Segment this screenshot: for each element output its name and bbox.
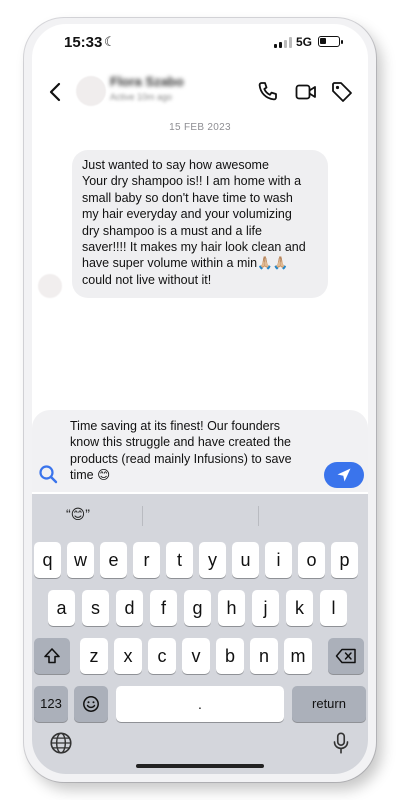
phone-screen: 15:33 ☾ 5G Flora Szabo Active 10m ago 15… — [32, 24, 368, 774]
home-indicator — [136, 764, 264, 768]
key-j[interactable]: j — [252, 590, 279, 626]
prediction-divider — [142, 506, 143, 526]
composer-input[interactable]: Time saving at its finest! Our founders … — [70, 418, 326, 484]
tag-icon[interactable] — [330, 80, 354, 104]
return-key[interactable]: return — [292, 686, 366, 722]
space-key[interactable]: . — [116, 686, 284, 722]
emoji-icon — [83, 696, 99, 712]
key-y[interactable]: y — [199, 542, 226, 578]
shift-icon — [44, 648, 60, 664]
back-arrow-icon[interactable] — [44, 80, 68, 104]
key-f[interactable]: f — [150, 590, 177, 626]
status-time: 15:33 — [64, 34, 103, 51]
numbers-key[interactable]: 123 — [34, 686, 68, 722]
key-g[interactable]: g — [184, 590, 211, 626]
key-i[interactable]: i — [265, 542, 292, 578]
signal-icon — [274, 37, 292, 48]
emoji-key[interactable] — [74, 686, 108, 722]
status-bar: 15:33 ☾ 5G — [32, 24, 368, 62]
chat-header: Flora Szabo Active 10m ago — [32, 70, 368, 114]
key-p[interactable]: p — [331, 542, 358, 578]
key-d[interactable]: d — [116, 590, 143, 626]
contact-name[interactable]: Flora Szabo — [110, 74, 184, 89]
key-m[interactable]: m — [284, 638, 312, 674]
message-composer[interactable]: Time saving at its finest! Our founders … — [32, 410, 368, 492]
key-u[interactable]: u — [232, 542, 259, 578]
network-label: 5G — [296, 35, 313, 49]
key-z[interactable]: z — [80, 638, 108, 674]
date-separator: 15 FEB 2023 — [169, 122, 231, 133]
key-l[interactable]: l — [320, 590, 347, 626]
key-k[interactable]: k — [286, 590, 313, 626]
battery-icon — [318, 36, 343, 47]
key-r[interactable]: r — [133, 542, 160, 578]
backspace-icon — [335, 648, 356, 664]
key-v[interactable]: v — [182, 638, 210, 674]
sender-avatar — [38, 274, 62, 298]
search-icon[interactable] — [36, 462, 60, 486]
moon-icon: ☾ — [104, 34, 116, 49]
key-o[interactable]: o — [298, 542, 325, 578]
send-icon — [337, 468, 351, 482]
key-e[interactable]: e — [100, 542, 127, 578]
key-s[interactable]: s — [82, 590, 109, 626]
key-b[interactable]: b — [216, 638, 244, 674]
key-h[interactable]: h — [218, 590, 245, 626]
prediction-emoji-suggestion[interactable]: “😊” — [66, 506, 90, 523]
shift-key[interactable] — [34, 638, 70, 674]
globe-icon[interactable] — [48, 730, 74, 756]
prediction-divider — [258, 506, 259, 526]
key-x[interactable]: x — [114, 638, 142, 674]
send-button[interactable] — [324, 462, 364, 488]
contact-subtitle: Active 10m ago — [110, 92, 173, 102]
received-message-bubble[interactable]: Just wanted to say how awesome Your dry … — [72, 150, 328, 298]
key-n[interactable]: n — [250, 638, 278, 674]
microphone-icon[interactable] — [328, 730, 354, 756]
prediction-bar: “😊” — [32, 494, 368, 536]
key-t[interactable]: t — [166, 542, 193, 578]
backspace-key[interactable] — [328, 638, 364, 674]
key-c[interactable]: c — [148, 638, 176, 674]
contact-avatar[interactable] — [76, 76, 106, 106]
key-a[interactable]: a — [48, 590, 75, 626]
key-w[interactable]: w — [67, 542, 94, 578]
video-call-icon[interactable] — [294, 80, 318, 104]
key-q[interactable]: q — [34, 542, 61, 578]
phone-call-icon[interactable] — [256, 80, 280, 104]
keyboard: “😊” q w e r t y u i o p a s d f g h j k … — [32, 494, 368, 774]
